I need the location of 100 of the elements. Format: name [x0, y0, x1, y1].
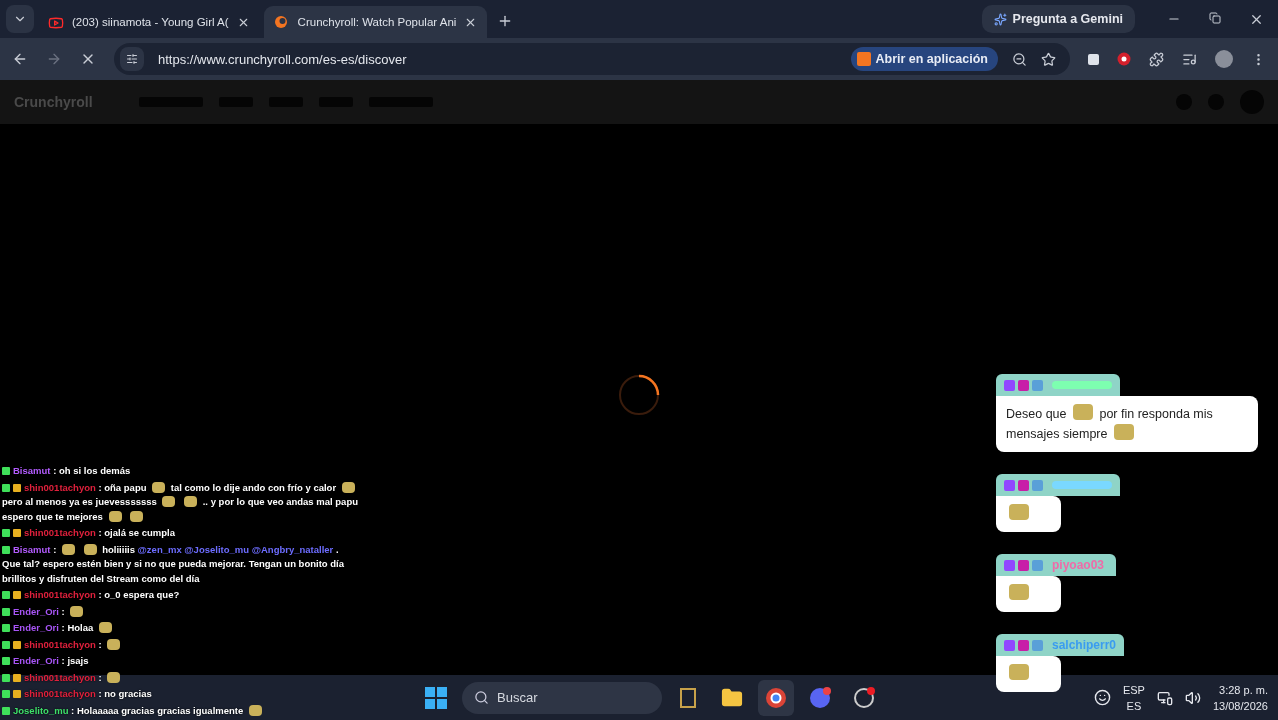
badge-icon [1004, 639, 1015, 651]
message-text: por [218, 496, 234, 507]
message-text: oña [104, 481, 122, 493]
message-text: gracias [121, 704, 155, 716]
badge-icon [1004, 559, 1015, 571]
extension-icon[interactable] [1088, 53, 1099, 65]
taskbar-search-field[interactable]: Buscar [462, 681, 662, 714]
chat-username[interactable]: shin001tachyon [24, 671, 96, 683]
forward-icon[interactable] [46, 51, 62, 67]
profile-avatar[interactable] [1215, 50, 1233, 68]
message-text: mal [316, 496, 333, 507]
message-text: igualmente [193, 704, 244, 716]
message-text: como [141, 572, 167, 584]
message-text: ando [242, 481, 266, 493]
message-text: que [1045, 407, 1067, 421]
chat-username[interactable]: Joselito_mu [13, 704, 69, 716]
bookmark-star-icon[interactable] [1041, 51, 1056, 67]
message-text: menos [35, 496, 67, 507]
chat-username[interactable]: shin001tachyon [24, 638, 96, 650]
emote-icon [184, 496, 198, 507]
gemini-button[interactable]: Pregunta a Gemini [981, 5, 1135, 33]
emote-icon [98, 622, 112, 633]
message-text: y [210, 496, 216, 507]
message-text: juevesssssss [95, 496, 157, 507]
message-text: los [83, 465, 98, 476]
zoom-icon[interactable] [1012, 51, 1027, 67]
message-text: gracias [118, 688, 152, 699]
open-app-button[interactable]: Abrir en aplicación [851, 47, 998, 71]
chat-username[interactable]: Bisamut [13, 465, 51, 476]
chat-username[interactable]: shin001tachyon [24, 481, 96, 493]
chat-username[interactable]: Ender_Ori [13, 605, 59, 617]
language-indicator[interactable]: ESP ES [1122, 681, 1145, 714]
extensions-icon[interactable] [1149, 51, 1164, 67]
restore-icon[interactable] [1209, 11, 1221, 24]
badge-icon [1018, 639, 1029, 651]
separator-text: : [98, 481, 102, 493]
message-text: con [267, 481, 285, 493]
message-text: brillitos [2, 572, 37, 584]
browser-tab[interactable]: Crunchyroll: Watch Popular Ani [263, 6, 488, 38]
message-text: día [185, 572, 200, 584]
message-text: Holaaaaa [76, 704, 119, 716]
emote-icon [108, 510, 122, 522]
emote-icon [61, 543, 75, 555]
browser-app-icon[interactable] [758, 679, 794, 716]
message-text: Tengan [248, 558, 282, 569]
site-settings-button[interactable] [120, 47, 144, 71]
message-text: o_0 [104, 589, 121, 600]
badge-icon [1004, 479, 1015, 491]
message-text: pero [2, 496, 23, 507]
message-text: pueda [178, 558, 207, 569]
record-icon[interactable] [1117, 52, 1131, 66]
separator-text: : [61, 605, 65, 617]
message-text: un [284, 558, 296, 569]
chat-username[interactable]: Ender_Ori [13, 622, 59, 633]
emote-icon [83, 543, 97, 555]
message-text: Holaa [67, 622, 94, 633]
volume-icon[interactable] [1184, 689, 1201, 706]
badge-icon [1032, 479, 1043, 491]
chat-username[interactable]: shin001tachyon [24, 688, 96, 699]
play-icon [48, 15, 64, 29]
message-text: si [134, 558, 142, 569]
message-text: del [90, 572, 104, 584]
message-text: tal [170, 481, 182, 493]
emote-icon [1009, 504, 1029, 520]
message-text: frío [287, 481, 303, 493]
emote-icon [1009, 664, 1029, 680]
search-icon [474, 690, 489, 705]
emote-icon [1072, 404, 1093, 420]
emote-icon [248, 704, 262, 716]
mention-link[interactable]: @zen_mx [137, 543, 182, 555]
emote-icon [107, 638, 121, 650]
message-text: estén [76, 558, 102, 569]
message-text: te [55, 510, 64, 522]
browser-tab[interactable]: (203) siinamota - Young Girl A( [38, 6, 260, 38]
mention-link[interactable]: @Angbry_nataller [251, 543, 334, 555]
chat-username[interactable]: Ender_Ori [13, 655, 59, 666]
clock[interactable]: 3:28 p. m. 13/08/2026 [1212, 681, 1268, 714]
emoji-icon[interactable] [1093, 689, 1111, 706]
message-text: papu [123, 481, 147, 493]
message-text: responda [1137, 407, 1190, 421]
message-text: que [247, 496, 265, 507]
back-icon[interactable] [12, 51, 28, 67]
message-text: Stream [106, 572, 139, 584]
url-text[interactable]: https://www.crunchyroll.com/es-es/discover [158, 51, 838, 67]
chat-username[interactable]: shin001tachyon [24, 527, 96, 538]
emote-icon [70, 605, 84, 617]
chat-username[interactable]: Bisamut [13, 543, 51, 555]
message-text: jsajs [67, 655, 89, 666]
message-text: disfruten [46, 572, 88, 584]
message-text: Que [2, 558, 21, 569]
message-text: y [38, 572, 45, 584]
message-text: oh [58, 465, 71, 476]
message-text: es [82, 496, 93, 507]
chat-username[interactable]: shin001tachyon [24, 589, 96, 600]
message-text: bonito [298, 558, 328, 569]
message-text: veo [267, 496, 284, 507]
media-icon[interactable] [1182, 51, 1197, 67]
badge-icon [1004, 379, 1015, 391]
network-icon[interactable] [1156, 689, 1173, 706]
mention-link[interactable]: @Joselito_mu [184, 543, 250, 555]
